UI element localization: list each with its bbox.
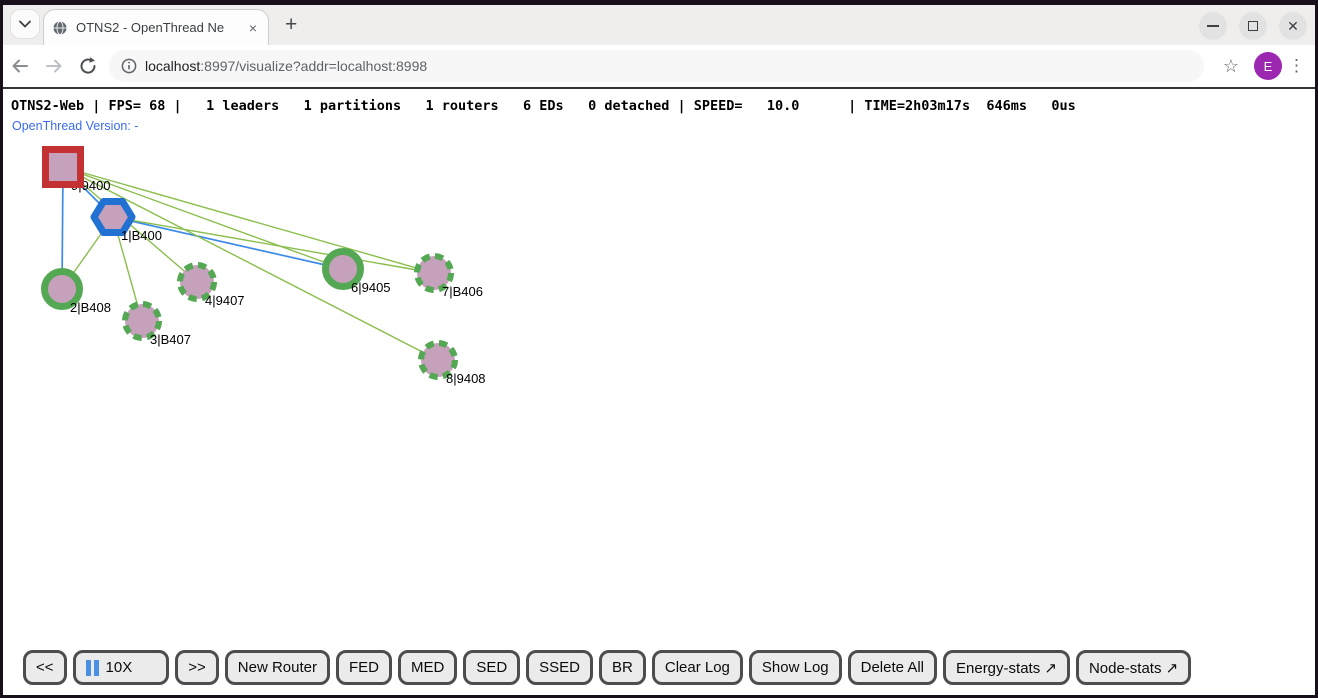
button-label: Node-stats ↗ bbox=[1089, 659, 1178, 677]
close-icon: ✕ bbox=[1287, 19, 1299, 33]
node-label: 8|9408 bbox=[446, 371, 486, 386]
action-toolbar: << 10X >> New Router FED MED SED SSED BR Clear Lo… bbox=[23, 650, 1191, 685]
node-stats-button[interactable]: Node-stats ↗ bbox=[1076, 650, 1191, 685]
bookmark-button[interactable]: ☆ bbox=[1214, 49, 1248, 83]
button-label: << bbox=[36, 659, 54, 676]
browser-window: OTNS2 - OpenThread Ne × + ✕ bbox=[0, 0, 1318, 698]
button-label: 10X bbox=[106, 659, 133, 676]
speed-down-button[interactable]: << bbox=[23, 650, 67, 685]
site-info-icon[interactable] bbox=[121, 58, 137, 74]
url-text[interactable]: localhost:8997/visualize?addr=localhost:… bbox=[145, 58, 427, 74]
clear-log-button[interactable]: Clear Log bbox=[652, 650, 743, 685]
maximize-icon bbox=[1248, 21, 1258, 31]
show-log-button[interactable]: Show Log bbox=[749, 650, 842, 685]
node-label: 7|B406 bbox=[442, 284, 483, 299]
openthread-version-label: OpenThread Version: - bbox=[12, 119, 138, 133]
tab-close-icon[interactable]: × bbox=[246, 20, 260, 36]
minimize-button[interactable] bbox=[1199, 12, 1227, 40]
med-button[interactable]: MED bbox=[398, 650, 457, 685]
button-label: New Router bbox=[238, 659, 317, 676]
new-tab-button[interactable]: + bbox=[285, 13, 297, 37]
star-icon: ☆ bbox=[1223, 56, 1239, 77]
forward-arrow-icon bbox=[44, 56, 64, 76]
energy-stats-button[interactable]: Energy-stats ↗ bbox=[943, 650, 1070, 685]
node-label: 4|9407 bbox=[205, 293, 245, 308]
node-label: 1|B400 bbox=[121, 228, 162, 243]
close-button[interactable]: ✕ bbox=[1279, 12, 1307, 40]
speed-up-button[interactable]: >> bbox=[175, 650, 219, 685]
ssed-button[interactable]: SSED bbox=[526, 650, 593, 685]
otns-page: 9|94001|B4002|B4083|B4074|94076|94057|B4… bbox=[3, 89, 1315, 695]
forward-button[interactable] bbox=[37, 49, 71, 83]
profile-avatar[interactable]: E bbox=[1254, 52, 1282, 80]
button-label: MED bbox=[411, 659, 444, 676]
button-label: >> bbox=[188, 659, 206, 676]
back-button[interactable] bbox=[3, 49, 37, 83]
window-controls: ✕ bbox=[1199, 12, 1307, 40]
node-label: 2|B408 bbox=[70, 300, 111, 315]
pause-speed-button[interactable]: 10X bbox=[73, 650, 170, 685]
button-label: Clear Log bbox=[665, 659, 730, 676]
tab-strip: OTNS2 - OpenThread Ne × + ✕ bbox=[3, 5, 1315, 45]
node-label: 6|9405 bbox=[351, 280, 391, 295]
link-1|B400-7|B406 bbox=[113, 217, 434, 273]
maximize-button[interactable] bbox=[1239, 12, 1267, 40]
pause-icon bbox=[86, 660, 99, 676]
reload-button[interactable] bbox=[71, 49, 105, 83]
node-label: 3|B407 bbox=[150, 332, 191, 347]
button-label: FED bbox=[349, 659, 379, 676]
button-label: SSED bbox=[539, 659, 580, 676]
simulation-status-bar: OTNS2-Web | FPS= 68 | 1 leaders 1 partit… bbox=[11, 98, 1076, 114]
button-label: Delete All bbox=[861, 659, 924, 676]
link-1|B400-6|9405 bbox=[113, 217, 343, 269]
network-topology-canvas[interactable]: 9|94001|B4002|B4083|B4074|94076|94057|B4… bbox=[3, 89, 1318, 695]
minimize-icon bbox=[1207, 25, 1219, 27]
browser-toolbar: localhost:8997/visualize?addr=localhost:… bbox=[3, 45, 1315, 89]
node-9|9400[interactable] bbox=[46, 150, 81, 185]
url-host: localhost bbox=[145, 58, 200, 74]
new-router-button[interactable]: New Router bbox=[225, 650, 330, 685]
button-label: Show Log bbox=[762, 659, 829, 676]
reload-icon bbox=[78, 56, 98, 76]
back-arrow-icon bbox=[10, 56, 30, 76]
sed-button[interactable]: SED bbox=[463, 650, 520, 685]
chevron-down-icon bbox=[19, 20, 31, 28]
tab-otns2[interactable]: OTNS2 - OpenThread Ne × bbox=[43, 9, 269, 45]
tab-search-button[interactable] bbox=[11, 10, 39, 38]
br-button[interactable]: BR bbox=[599, 650, 646, 685]
url-bar[interactable]: localhost:8997/visualize?addr=localhost:… bbox=[109, 50, 1204, 82]
button-label: Energy-stats ↗ bbox=[956, 659, 1057, 677]
globe-favicon-icon bbox=[52, 20, 68, 36]
url-path: :8997/visualize?addr=localhost:8998 bbox=[200, 58, 427, 74]
tab-title: OTNS2 - OpenThread Ne bbox=[76, 20, 238, 35]
delete-all-button[interactable]: Delete All bbox=[848, 650, 937, 685]
button-label: BR bbox=[612, 659, 633, 676]
browser-menu-button[interactable]: ⋮ bbox=[1288, 56, 1305, 76]
fed-button[interactable]: FED bbox=[336, 650, 392, 685]
button-label: SED bbox=[476, 659, 507, 676]
